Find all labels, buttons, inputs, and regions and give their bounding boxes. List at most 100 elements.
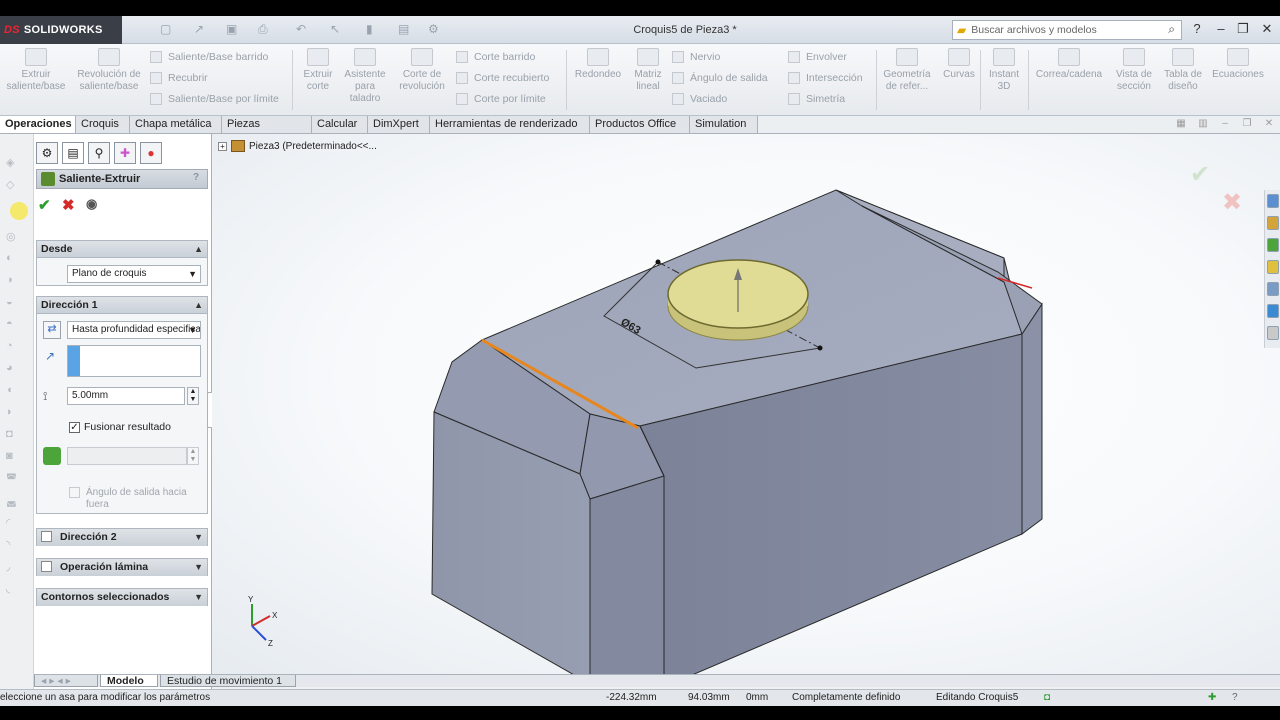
wrap-button[interactable]: Envolver [788,48,847,66]
rebuild-icon[interactable]: ▮ [366,22,373,38]
section-header[interactable]: Desde ▲ [37,241,207,258]
help-icon[interactable]: ? [1186,20,1208,38]
select-icon[interactable]: ↖ [330,22,340,38]
search-input[interactable]: ▰ Buscar archivos y modelos ⌕ [952,20,1182,40]
expand-icon[interactable]: ▼ [194,589,203,605]
instant3d-button[interactable]: Instant 3D [982,48,1026,93]
start-condition-select[interactable]: Plano de croquis ▼ [67,265,201,283]
print-icon[interactable]: ⎙ [258,22,268,38]
section-operacion-lamina[interactable]: Operación lámina ▼ [36,558,208,576]
file-explorer-icon[interactable] [1267,238,1279,252]
tool-icon[interactable]: ◙ [6,450,22,464]
extruded-boss-button[interactable]: Extruir saliente/base [4,48,68,93]
boundary-cut-button[interactable]: Corte por límite [456,90,546,108]
tool-icon[interactable]: ◞ [6,560,22,574]
tab-croquis[interactable]: Croquis [76,116,130,133]
file-properties-icon[interactable]: ▤ [398,22,409,38]
tool-icon[interactable]: ◛ [6,494,22,508]
merge-result-option[interactable]: ✓ Fusionar resultado [69,421,171,433]
viewport-minimize-icon[interactable]: – [1218,118,1232,131]
tab-herramientas-renderizado[interactable]: Herramientas de renderizado [430,116,590,133]
model-viewport[interactable]: Ø63 Y X Z [212,134,1280,674]
minimize-icon[interactable]: – [1210,20,1232,38]
tool-icon[interactable]: ◓ [6,318,22,332]
graphics-area[interactable]: + Pieza3 (Predeterminado<<... ✔ ✖ Ø63 Y … [212,134,1280,674]
direction-selection-box[interactable] [67,345,201,377]
tab-simulation[interactable]: Simulation [690,116,758,133]
search-icon[interactable] [1267,260,1279,274]
tab-scroll-arrows[interactable]: ◂ ▸ ◂ ▸ [34,675,98,687]
body-select-icon[interactable] [43,447,61,465]
view-palette-icon[interactable] [1267,282,1279,296]
direccion2-checkbox[interactable] [41,531,52,542]
tab-dimxpert[interactable]: DimXpert [368,116,430,133]
section-header[interactable]: Dirección 2 ▼ [37,529,207,546]
save-icon[interactable]: ▣ [226,22,237,38]
reference-geometry-button[interactable]: Geometría de refer... [878,48,936,93]
tool-icon[interactable]: ◇ [6,178,22,192]
units-icon[interactable]: ✚ [1208,690,1216,706]
tab-productos-office[interactable]: Productos Office [590,116,690,133]
expand-icon[interactable]: ▼ [194,529,203,545]
shell-button[interactable]: Vaciado [672,90,727,108]
tool-icon[interactable]: ◟ [6,582,22,596]
tool-icon[interactable]: ◘ [6,428,22,442]
linear-pattern-button[interactable]: Matriz lineal [628,48,668,93]
scope-spinner[interactable]: ▲ ▼ [187,447,199,465]
thin-feature-checkbox[interactable] [41,561,52,572]
collapse-icon[interactable]: ▲ [194,241,203,257]
curves-button[interactable]: Curvas [940,48,978,81]
swept-boss-button[interactable]: Saliente/Base barrido [150,48,268,66]
draft-button[interactable]: Ángulo de salida [672,69,768,87]
tool-icon[interactable]: ◐ [6,252,22,266]
boundary-boss-button[interactable]: Saliente/Base por límite [150,90,279,108]
merge-checkbox[interactable]: ✓ [69,421,80,433]
viewport-close-icon[interactable]: ✕ [1262,118,1276,131]
tab-piezas-soldadas[interactable]: Piezas soldadas [222,116,312,147]
help-status-icon[interactable]: ? [1232,690,1238,706]
section-header[interactable]: Operación lámina ▼ [37,559,207,576]
options-icon[interactable]: ⚙ [428,22,439,38]
property-manager-tab-icon[interactable]: ▤ [62,142,84,164]
tab-estudio-movimiento[interactable]: Estudio de movimiento 1 [160,675,296,687]
appearances-icon[interactable] [1267,304,1279,318]
reverse-direction-icon[interactable]: ⇄ [43,321,61,339]
revolved-cut-button[interactable]: Corte de revolución [392,48,452,93]
model-face-right[interactable] [1021,302,1043,535]
tab-chapa-metalica[interactable]: Chapa metálica [130,116,222,133]
depth-input[interactable]: 5.00mm [67,387,185,405]
tool-icon[interactable]: ◎ [6,230,22,244]
design-library-icon[interactable] [1267,216,1279,230]
belt-chain-button[interactable]: Correa/cadena [1030,48,1108,81]
feature-scope-box[interactable] [67,447,187,465]
configuration-tab-icon[interactable]: ⚲ [88,142,110,164]
loft-button[interactable]: Recubrir [150,69,208,87]
ok-icon[interactable]: ✔ [38,196,51,214]
tab-modelo[interactable]: Modelo [100,675,158,687]
equations-button[interactable]: Ecuaciones [1208,48,1268,81]
end-condition-select[interactable]: Hasta profundidad especificada ▼ [67,321,201,339]
rebuild-status-icon[interactable]: ◘ [1044,690,1050,706]
extruded-cut-button[interactable]: Extruir corte [296,48,340,93]
expand-icon[interactable]: ▼ [194,559,203,575]
section-contornos[interactable]: Contornos seleccionados ▼ [36,588,208,606]
help-icon[interactable]: ? [189,172,203,186]
swept-cut-button[interactable]: Corte barrido [456,48,535,66]
app-logo[interactable]: DS SOLIDWORKS [0,16,122,44]
design-table-button[interactable]: Tabla de diseño [1160,48,1206,93]
custom-properties-icon[interactable] [1267,326,1279,340]
section-view-button[interactable]: Vista de sección [1110,48,1158,93]
preview-icon[interactable]: ◉ [86,196,97,212]
tool-icon[interactable]: ◜ [6,516,22,530]
tool-icon[interactable]: ◚ [6,472,22,486]
tab-operaciones[interactable]: Operaciones [0,116,76,133]
revolved-boss-button[interactable]: Revolución de saliente/base [76,48,142,93]
undo-icon[interactable]: ↶ [296,22,306,38]
resources-icon[interactable] [1267,194,1279,208]
section-header[interactable]: Contornos seleccionados ▼ [37,589,207,606]
section-header[interactable]: Dirección 1 ▲ [37,297,207,314]
viewport-restore-icon[interactable]: ❐ [1240,118,1254,131]
close-icon[interactable]: ✕ [1256,20,1278,38]
collapse-icon[interactable]: ▲ [194,297,203,313]
model-face-left-inner[interactable] [589,475,665,674]
